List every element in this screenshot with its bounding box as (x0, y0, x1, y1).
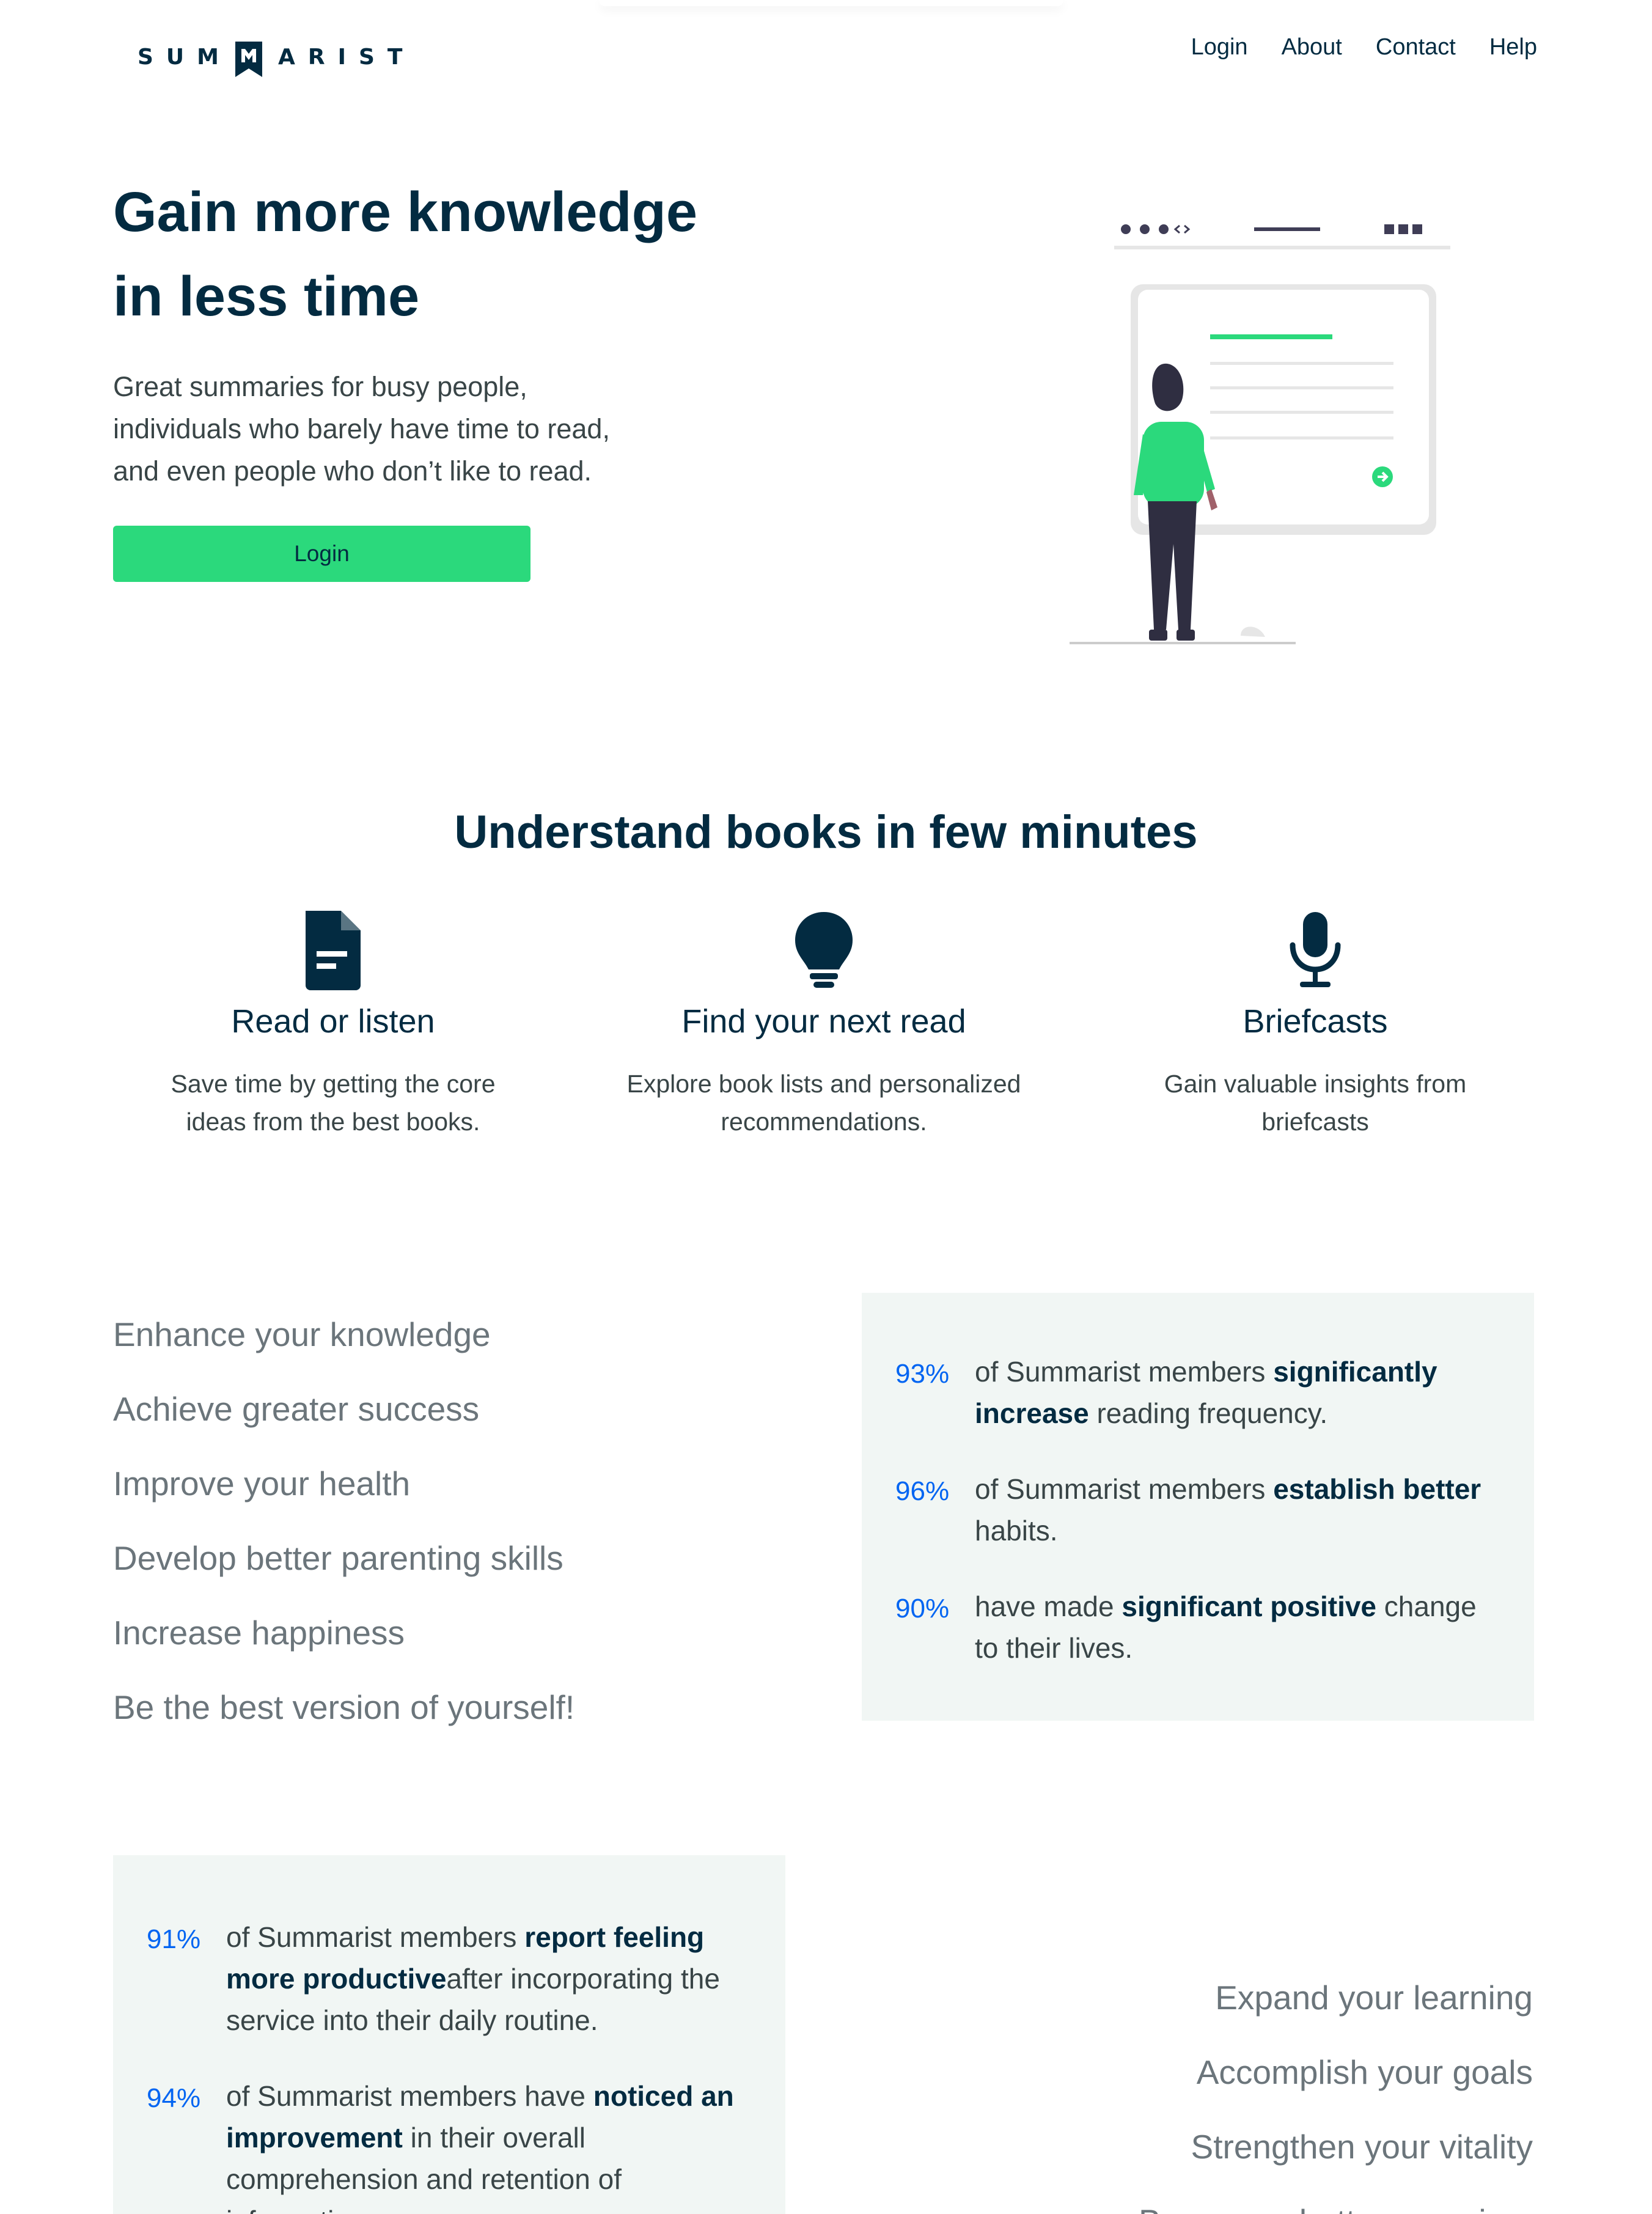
stats-panel: 91% of Summarist members report feeling … (113, 1855, 785, 2214)
feature-description: Gain valuable insights from briefcasts (1059, 1065, 1572, 1141)
benefits-headings-list: Expand your learning Accomplish your goa… (1139, 1960, 1533, 2214)
feature-description: Save time by getting the core ideas from… (76, 1065, 590, 1141)
stat-description: have made significant positive change to… (975, 1591, 1477, 1664)
nav-shadow-decoration (599, 0, 1063, 6)
feature-find-next-read: Find your next read Explore book lists a… (567, 911, 1081, 1141)
stat-row: 90% have made significant positive chang… (895, 1586, 1503, 1669)
bookmark-logo-icon (235, 42, 262, 77)
feature-description-line-1: Save time by getting the core (171, 1070, 496, 1098)
hero-subtitle-line-2: individuals who barely have time to read… (113, 413, 610, 444)
hero-subtitle-line-1: Great summaries for busy people, (113, 371, 527, 402)
lightbulb-icon (795, 912, 853, 988)
hero-title: Gain more knowledge in less time (113, 170, 846, 339)
hero-title-line-1: Gain more knowledge (113, 181, 697, 243)
stats-panel: 93% of Summarist members significantly i… (862, 1293, 1534, 1721)
benefit-heading: Improve your health (113, 1465, 411, 1502)
feature-description: Explore book lists and personalized reco… (567, 1065, 1081, 1141)
nav-links: Login About Contact Help (1191, 34, 1537, 61)
stat-percentage: 91% (147, 1924, 201, 1954)
benefit-heading: Develop better parenting skills (113, 1539, 564, 1577)
feature-title: Find your next read (681, 1003, 966, 1040)
feature-description-line-2: briefcasts (1261, 1108, 1369, 1136)
feature-title: Briefcasts (1243, 1003, 1388, 1040)
logo-text-left: SUM (138, 44, 232, 70)
hero-subtitle: Great summaries for busy people, individ… (113, 366, 724, 492)
document-icon (306, 911, 361, 990)
benefit-heading: Expand your learning (1215, 1979, 1533, 2017)
stat-percentage: 94% (147, 2083, 201, 2113)
hero-subtitle-line-3: and even people who don’t like to read. (113, 455, 592, 487)
stat-description: of Summarist members report feeling more… (226, 1921, 720, 2036)
benefit-heading: Enhance your knowledge (113, 1315, 491, 1353)
benefit-heading: Be the best version of yourself! (113, 1688, 575, 1726)
nav-link-contact[interactable]: Contact (1376, 34, 1456, 61)
logo-text-right: ARIST (277, 44, 416, 70)
stat-row: 96% of Summarist members establish bette… (895, 1468, 1503, 1551)
reading-person-illustration (1070, 224, 1450, 644)
feature-description-line-2: ideas from the best books. (186, 1108, 480, 1136)
stat-percentage: 96% (895, 1476, 950, 1506)
features-title: Understand books in few minutes (454, 806, 1198, 858)
nav-link-login[interactable]: Login (1191, 34, 1248, 61)
summarist-logo[interactable]: SUM ARIST (138, 35, 415, 78)
hero-title-line-2: in less time (113, 265, 420, 328)
feature-description-line-2: recommendations. (721, 1108, 927, 1136)
stat-row: 91% of Summarist members report feeling … (147, 1916, 755, 2041)
top-nav: SUM ARIST Login About Contact Help (0, 0, 1652, 104)
benefit-heading: Achieve greater success (113, 1390, 480, 1428)
microphone-icon (1290, 912, 1341, 987)
benefit-heading: Strengthen your vitality (1191, 2128, 1533, 2166)
nav-link-about[interactable]: About (1282, 34, 1342, 61)
stat-row: 94% of Summarist members have noticed an… (147, 2075, 755, 2214)
benefit-heading: Accomplish your goals (1196, 2053, 1533, 2091)
stat-row: 93% of Summarist members significantly i… (895, 1351, 1503, 1434)
benefit-heading: Become a better caregiver (1139, 2184, 1533, 2214)
feature-description-line-1: Gain valuable insights from (1164, 1070, 1467, 1098)
feature-title: Read or listen (231, 1003, 435, 1040)
stat-description: of Summarist members significantly incre… (975, 1356, 1437, 1429)
hero-login-button[interactable]: Login (113, 526, 530, 582)
feature-read-or-listen: Read or listen Save time by getting the … (76, 911, 590, 1141)
feature-briefcasts: Briefcasts Gain valuable insights from b… (1059, 911, 1572, 1141)
stat-percentage: 90% (895, 1594, 950, 1624)
stat-description: of Summarist members establish better ha… (975, 1473, 1481, 1546)
nav-link-help[interactable]: Help (1489, 34, 1537, 61)
feature-description-line-1: Explore book lists and personalized (626, 1070, 1021, 1098)
benefits-headings-list: Enhance your knowledge Achieve greater s… (113, 1297, 575, 1745)
stat-percentage: 93% (895, 1359, 950, 1389)
stat-description: of Summarist members have noticed an imp… (226, 2080, 734, 2214)
benefit-heading: Increase happiness (113, 1614, 405, 1652)
